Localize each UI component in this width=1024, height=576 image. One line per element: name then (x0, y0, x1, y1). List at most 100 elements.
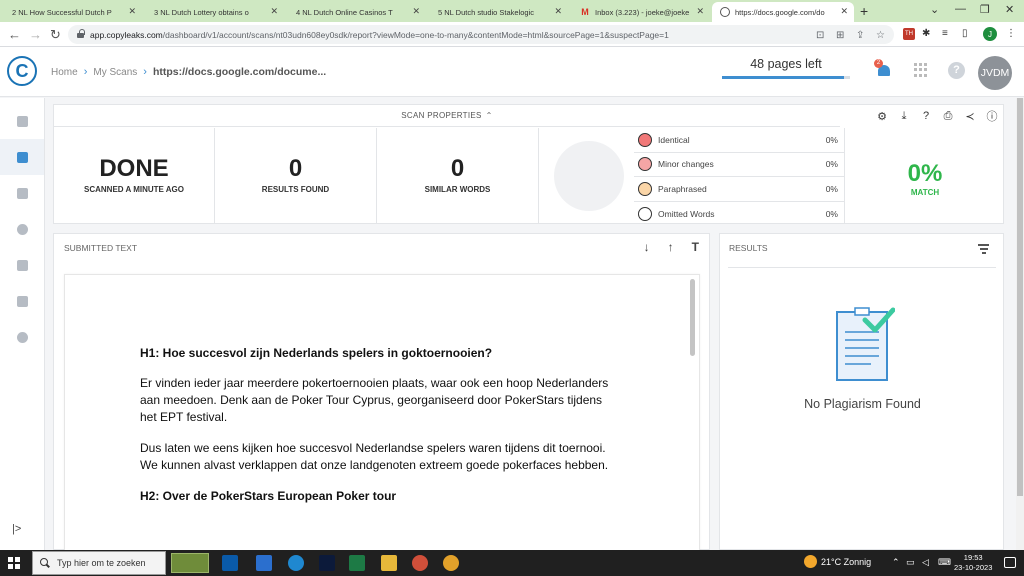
profile-avatar[interactable]: J (983, 27, 997, 41)
app-icon[interactable] (412, 555, 428, 571)
bookmark-star-icon[interactable]: ☆ (876, 30, 885, 41)
nav-explore[interactable] (0, 319, 44, 355)
volume-icon[interactable]: ◁ (922, 557, 929, 568)
browser-tab[interactable]: 4 NL Dutch Online Casinos T ✕ (288, 2, 426, 22)
legend-omitted-words[interactable]: Omitted Words 0% (634, 202, 844, 227)
gear-icon[interactable]: ⚙ (874, 108, 890, 124)
legend-identical[interactable]: Identical 0% (634, 128, 844, 153)
notification-center-icon[interactable] (1004, 557, 1016, 568)
download-icon[interactable]: ⤓ (896, 108, 912, 124)
browser-tab[interactable]: 5 NL Dutch studio Stakelogic ✕ (430, 2, 568, 22)
match-score-label: MATCH (910, 188, 940, 197)
match-score: 0% MATCH (844, 128, 1005, 224)
chevron-up-icon: ⌃ (485, 111, 493, 120)
expand-sidebar-icon[interactable]: |> (12, 523, 21, 535)
user-avatar[interactable]: JVDM (978, 56, 1012, 90)
share-icon[interactable]: ≺ (962, 108, 978, 124)
browser-tab[interactable]: 2 NL How Successful Dutch P ✕ (4, 2, 142, 22)
window-close-icon[interactable]: ✕ (1005, 3, 1014, 16)
nav-history[interactable] (0, 211, 44, 247)
sidepanel-icon[interactable]: ▯ (962, 28, 974, 40)
file-explorer-icon[interactable] (381, 555, 397, 571)
close-icon[interactable]: ✕ (840, 6, 848, 17)
breadcrumb-home[interactable]: Home (51, 67, 78, 78)
pages-left[interactable]: 48 pages left (722, 57, 850, 71)
clipboard-check-icon (836, 307, 895, 381)
vscode-icon[interactable] (256, 555, 272, 571)
legend-label: Identical (658, 134, 690, 145)
omitted-words-dot (638, 206, 652, 221)
forward-icon[interactable]: → (29, 27, 42, 42)
nav-my-scans[interactable] (0, 139, 44, 175)
network-icon[interactable]: ▭ (906, 557, 915, 568)
close-icon[interactable]: ✕ (696, 6, 704, 17)
excel-icon[interactable] (349, 555, 365, 571)
legend-percent: 0% (825, 159, 838, 170)
taskbar-search[interactable]: Typ hier om te zoeken (32, 551, 166, 575)
weather-text: 21°C Zonnig (821, 556, 872, 567)
paraphrased-dot (638, 181, 652, 196)
close-icon[interactable]: ✕ (554, 6, 562, 17)
close-icon[interactable]: ✕ (270, 6, 278, 17)
restore-icon[interactable]: ❐ (980, 3, 990, 16)
arrow-up-icon[interactable]: ↑ (668, 240, 674, 254)
menu-kebab-icon[interactable]: ⋮ (1006, 28, 1018, 40)
bell-icon[interactable]: 2 (874, 59, 892, 79)
share-icon[interactable]: ⇪ (856, 30, 864, 41)
edge-icon[interactable] (288, 555, 304, 571)
chrome-icon[interactable] (443, 555, 459, 571)
search-highlight-image[interactable] (171, 553, 209, 573)
breadcrumb-my-scans[interactable]: My Scans (93, 67, 137, 78)
puzzle-icon[interactable]: ✱ (922, 28, 934, 40)
pages-left-bar (722, 76, 850, 79)
help-icon[interactable]: ? (948, 62, 965, 79)
nav-compare[interactable] (0, 283, 44, 319)
chevron-down-icon[interactable]: ⌄ (930, 3, 939, 16)
url-bar[interactable]: app.copyleaks.com/dashboard/v1/account/s… (68, 25, 894, 44)
minor-changes-dot (638, 157, 652, 172)
similar-words-label: SIMILAR WORDS (424, 185, 491, 194)
browser-tab-active[interactable]: https://docs.google.com/do ✕ (712, 2, 854, 22)
browser-tab[interactable]: 3 NL Dutch Lottery obtains o ✕ (146, 2, 284, 22)
document-scrollbar[interactable] (689, 279, 695, 549)
nav-shared[interactable] (0, 175, 44, 211)
match-legend: Identical 0% Minor changes 0% Paraphrase… (634, 128, 844, 226)
text-format-icon[interactable]: T (692, 240, 699, 254)
chevron-up-icon[interactable]: ⌃ (892, 557, 900, 568)
taskbar-clock[interactable]: 19:53 23-10-2023 (954, 553, 992, 573)
copyleaks-icon (720, 7, 730, 17)
install-icon[interactable]: ⊡ (816, 30, 824, 41)
new-tab-icon[interactable]: + (860, 3, 868, 19)
nav-security[interactable] (0, 247, 44, 283)
export-icon[interactable]: ⎙ (940, 108, 956, 124)
weather-widget[interactable]: 21°C Zonnig (804, 555, 871, 568)
minimize-icon[interactable]: — (955, 3, 966, 15)
photoshop-icon[interactable] (319, 555, 335, 571)
keyboard-icon[interactable]: ⌨ (938, 557, 951, 568)
info-icon[interactable]: ⓘ (984, 108, 1000, 124)
store-icon[interactable] (222, 555, 238, 571)
browser-tab[interactable]: M Inbox (3.223) - joeke@joeke ✕ (572, 2, 710, 22)
legend-minor-changes[interactable]: Minor changes 0% (634, 153, 844, 177)
close-icon[interactable]: ✕ (128, 6, 136, 17)
extension-icon[interactable]: TH (903, 28, 915, 40)
help-circle-icon[interactable]: ? (918, 108, 934, 124)
page-scrollbar-thumb[interactable] (1017, 98, 1023, 496)
document-viewer[interactable]: H1: Hoe succesvol zijn Nederlands speler… (64, 274, 700, 551)
apps-grid-icon[interactable] (914, 63, 928, 77)
back-icon[interactable]: ← (8, 27, 21, 42)
url-host: app.copyleaks.com (90, 29, 163, 40)
windows-start-icon[interactable] (8, 557, 20, 569)
scan-properties-toggle[interactable]: SCAN PROPERTIES ⌃ (54, 105, 840, 127)
nav-new-scan[interactable] (0, 103, 44, 139)
reload-icon[interactable]: ↻ (50, 27, 61, 43)
copyleaks-logo[interactable]: C (7, 56, 37, 86)
translate-icon[interactable]: ⊞ (836, 30, 844, 41)
page-scrollbar[interactable] (1016, 98, 1024, 550)
close-icon[interactable]: ✕ (412, 6, 420, 17)
legend-paraphrased[interactable]: Paraphrased 0% (634, 177, 844, 202)
filter-icon[interactable] (978, 244, 989, 256)
scrollbar-thumb[interactable] (690, 279, 695, 356)
arrow-down-icon[interactable]: ↓ (644, 240, 650, 254)
media-icon[interactable]: ≡ (942, 28, 954, 40)
